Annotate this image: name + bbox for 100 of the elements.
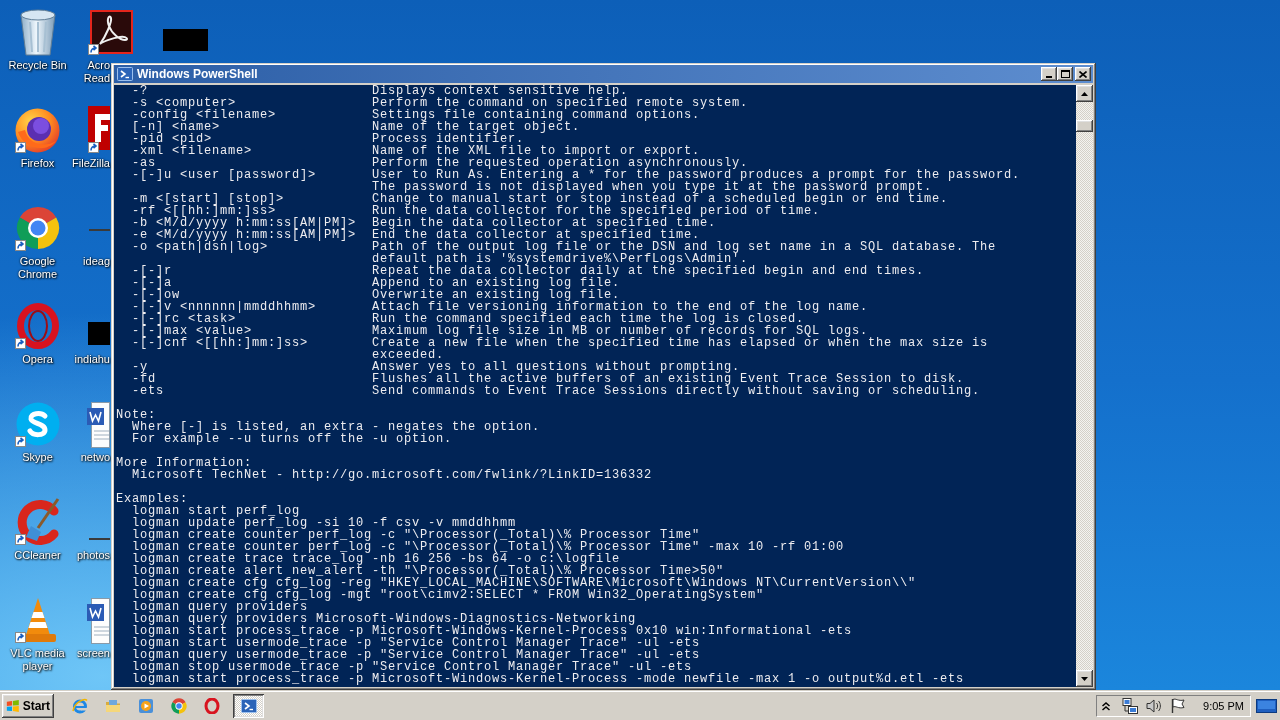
option-name: -[-]u <user [password]> bbox=[132, 169, 317, 181]
app-tile-icon bbox=[88, 106, 110, 150]
option-description: Run the data collector for the specified period of time. bbox=[372, 205, 821, 217]
minimize-icon bbox=[1046, 76, 1052, 78]
option-description: User to Run As. Entering a * for the password produces a prompt for the password. bbox=[372, 169, 1021, 181]
desktop-shortcut[interactable]: ideag bbox=[75, 198, 110, 296]
console-text: logman start usermode_trace -p "Service Control Manager Trace" -ul -ets bbox=[132, 636, 701, 650]
option-description: Change to manual start or stop instead of a scheduled begin or end time. bbox=[372, 193, 949, 205]
option-description: Name of the XML file to import or export. bbox=[372, 145, 701, 157]
taskbar-window-button[interactable] bbox=[233, 694, 264, 718]
screen-icon[interactable] bbox=[1256, 699, 1277, 713]
chevron-up-icon[interactable] bbox=[1102, 701, 1111, 711]
app-tile-icon bbox=[89, 10, 133, 54]
s-logo-icon bbox=[15, 402, 60, 446]
console-text: logman query providers Microsoft-Windows-Diagnostics-Networking bbox=[132, 612, 637, 626]
option-name: -[-]rc <task> bbox=[132, 313, 236, 325]
option-name: -as bbox=[132, 157, 156, 169]
option-name: -ets bbox=[132, 385, 164, 397]
document-icon bbox=[87, 598, 110, 644]
console-text: logman create cfg cfg_log -reg "HKEY_LOCAL_MACHINE\SOFTWARE\Microsoft\Windows NT\CurrentVersion\\" bbox=[132, 576, 917, 590]
scroll-down-button[interactable] bbox=[1076, 670, 1093, 687]
desktop-shortcut[interactable]: Acro Read bbox=[75, 2, 135, 100]
option-description: Run the command specified each time the log is closed. bbox=[372, 313, 805, 325]
flag-icon[interactable] bbox=[1170, 698, 1187, 714]
option-name: -m <[start] [stop]> bbox=[132, 193, 285, 205]
option-name: -[-]r bbox=[132, 265, 172, 277]
option-description: Settings file containing command options. bbox=[372, 109, 701, 121]
console-text: logman start process_trace -p Microsoft-Windows-Kernel-Process 0x10 win:Informational -ets bbox=[132, 624, 853, 638]
play-icon[interactable] bbox=[138, 698, 154, 714]
desktop-shortcut[interactable]: Google Chrome bbox=[0, 198, 75, 296]
arrow-down-icon bbox=[1081, 676, 1088, 681]
option-description: Append to an existing log file. bbox=[372, 277, 621, 289]
console-text: logman start perf_log bbox=[132, 504, 301, 518]
desktop-shortcut[interactable]: netwo bbox=[75, 394, 110, 492]
option-description: Begin the data collector at specified time. bbox=[372, 217, 717, 229]
option-description: End the data collector at specified time. bbox=[372, 229, 701, 241]
clock[interactable]: 9:05 PM bbox=[1203, 700, 1244, 712]
ring-icon[interactable] bbox=[204, 698, 220, 714]
thumbnail-icon bbox=[88, 322, 110, 345]
start-button[interactable]: Start bbox=[2, 694, 54, 718]
terminal-icon bbox=[240, 699, 257, 713]
option-name: -[-]v <nnnnnn|mmddhhmm> bbox=[132, 301, 317, 313]
desktop-shortcut[interactable]: indiahu bbox=[74, 296, 110, 394]
document-icon bbox=[87, 402, 110, 448]
option-name: -o <path|dsn|log> bbox=[132, 241, 269, 253]
option-name: -rf <[[hh:]mm:]ss> bbox=[132, 205, 277, 217]
console-text: logman stop usermode_trace -p "Service Control Manager Trace" -ul -ets bbox=[132, 660, 693, 674]
section-heading: Examples: bbox=[116, 492, 188, 506]
close-button[interactable] bbox=[1075, 67, 1091, 81]
flame-globe-icon bbox=[15, 107, 60, 153]
option-description: Perform the command on specified remote system. bbox=[372, 97, 749, 109]
console-text: logman query usermode_trace -p "Service Control Manager Trace" -ul -ets bbox=[132, 648, 701, 662]
thumbnail-icon[interactable] bbox=[163, 29, 208, 51]
option-description: Displays context sensitive help. bbox=[372, 85, 629, 97]
option-name: -[-]cnf <[[hh:]mm:]ss> bbox=[132, 337, 309, 349]
option-description: Perform the requested operation asynchronously. bbox=[372, 157, 749, 169]
console-text: For example --u turns off the -u option. bbox=[132, 432, 453, 446]
option-description: The password is not displayed when you type it at the password prompt. bbox=[372, 181, 933, 193]
speaker-icon[interactable] bbox=[1146, 698, 1163, 714]
option-name: -y bbox=[132, 361, 148, 373]
desktop-shortcut[interactable]: Recycle Bin bbox=[0, 2, 75, 100]
option-name: -config <filename> bbox=[132, 109, 277, 121]
close-icon bbox=[1079, 70, 1087, 78]
arrow-up-icon bbox=[1081, 91, 1088, 96]
scroll-thumb[interactable] bbox=[1076, 120, 1093, 132]
section-heading: More Information: bbox=[116, 456, 253, 470]
desktop-shortcut[interactable]: Opera bbox=[0, 296, 75, 394]
option-description: Repeat the data collector daily at the specified begin and end times. bbox=[372, 265, 925, 277]
scroll-up-button[interactable] bbox=[1076, 85, 1093, 102]
option-name: -s <computer> bbox=[132, 97, 236, 109]
option-name: -[-]max <value> bbox=[132, 325, 253, 337]
console-text: logman query providers bbox=[132, 600, 309, 614]
start-logo-icon bbox=[6, 699, 20, 713]
console-text: logman create counter perf_log -c "\Processor(_Total)\% Processor Time" bbox=[132, 528, 701, 542]
option-description: Send commands to Event Trace Sessions directly without saving or scheduling. bbox=[372, 385, 981, 397]
maximize-icon bbox=[1060, 70, 1070, 78]
desktop-shortcut[interactable]: FileZilla bbox=[72, 100, 110, 198]
desktop-shortcut[interactable]: Skype bbox=[0, 394, 75, 492]
console-text: logman start process_trace -p Microsoft-Windows-Kernel-Process -mode newfile -max 1 -o output%d.etl -ets bbox=[132, 672, 965, 686]
option-name: [-n] <name> bbox=[132, 121, 220, 133]
option-name: -? bbox=[132, 85, 148, 97]
option-name: -pid <pid> bbox=[132, 133, 212, 145]
option-name: -e <M/d/yyyy h:mm:ss[AM|PM]> bbox=[132, 229, 357, 241]
option-name: -[-]ow bbox=[132, 289, 180, 301]
dash-icon bbox=[89, 229, 110, 231]
option-description: default path is '%systemdrive%\PerfLogs\Admin'. bbox=[372, 253, 749, 265]
option-description: Attach file versioning information to the end of the log name. bbox=[372, 301, 869, 313]
option-description: Flushes all the active buffers of an existing Event Trace Session to disk. bbox=[372, 373, 965, 385]
console-text: logman create counter perf_log -c "\Processor(_Total)\% Processor Time" -max 10 -rf 01:00 bbox=[132, 540, 845, 554]
segmented-circle-icon[interactable] bbox=[171, 698, 187, 714]
network-icon[interactable] bbox=[1122, 698, 1139, 714]
segmented-circle-icon bbox=[15, 206, 60, 250]
option-description: Answer yes to all questions without prompting. bbox=[372, 361, 741, 373]
option-description: Path of the output log file or the DSN and log set name in a SQL database. The bbox=[372, 241, 997, 253]
console-text: Where [-] is listed, an extra - negates the option. bbox=[132, 420, 541, 434]
scrollbar[interactable] bbox=[1076, 85, 1093, 687]
minimize-button[interactable] bbox=[1041, 67, 1057, 81]
console-text: logman update perf_log -si 10 -f csv -v mmddhhmm bbox=[132, 516, 517, 530]
maximize-button[interactable] bbox=[1057, 67, 1073, 81]
terminal-icon bbox=[117, 67, 133, 81]
